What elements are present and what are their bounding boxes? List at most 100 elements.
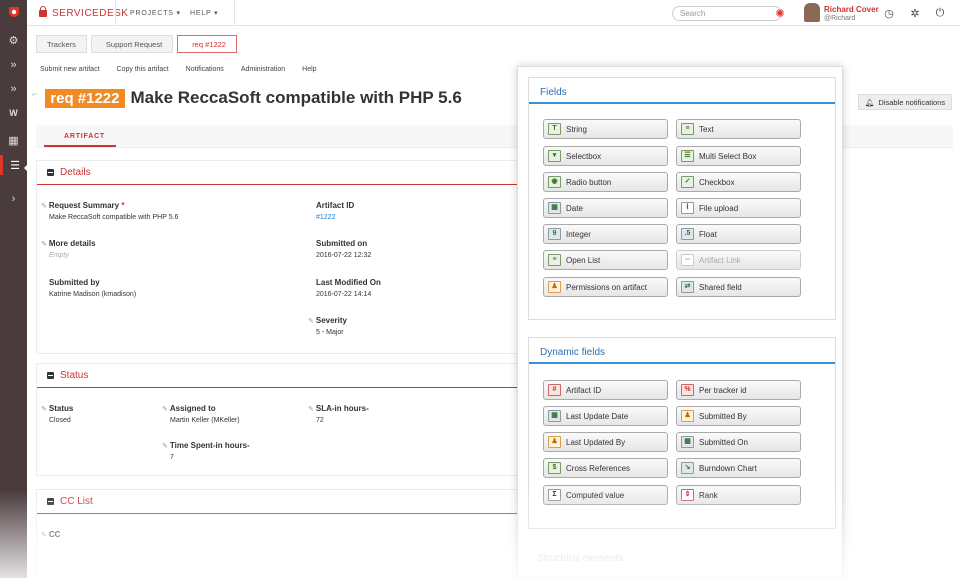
field-shared-label: Shared field [699,282,742,292]
field-date-button[interactable]: ▦ Date [543,198,668,218]
dynamic-rank-button[interactable]: ⇕ Rank [676,485,801,505]
submitted-on-value: 2016-07-22 12:32 [316,252,372,259]
lock-icon [39,6,47,17]
dynamic-fields-title: Dynamic fields [529,338,835,364]
user-name[interactable]: Richard Cover [824,5,879,14]
severity-field[interactable]: ✎ Severity 5 - Major [308,316,347,336]
status-field[interactable]: ✎ Status Closed [41,404,73,424]
field-radio-label: Radio button [566,177,612,187]
field-radio-button[interactable]: ◉ Radio button [543,172,668,192]
submitted-by-value: Katrine Madison (kmadison) [49,291,137,298]
pencil-icon: ✎ [308,406,314,413]
wiki-icon[interactable]: W [0,103,27,123]
clock-icon[interactable]: ◷ [882,6,896,20]
bell-icon: 🔔︎ [864,97,875,107]
details-section: Details ✎ Request Summary * Make ReccaSof… [36,160,518,354]
avatar[interactable] [804,3,820,22]
page-title: Make ReccaSoft compatible with PHP 5.6 [130,88,462,107]
field-permissions-label: Permissions on artifact [566,282,647,292]
dynamic-submitted-by-button[interactable]: ♟ Submitted By [676,406,801,426]
administration-link[interactable]: Administration [241,66,285,73]
field-integer-label: Integer [566,229,591,239]
copy-artifact-link[interactable]: Copy this artifact [117,66,169,73]
dynamic-last-updated-by-label: Last Updated By [566,437,626,447]
per-tracker-id-icon: % [681,384,694,396]
submitted-on-label: Submitted on [316,239,368,248]
sla-field[interactable]: ✎ SLA-in hours- 72 [308,404,369,424]
field-string-button[interactable]: T String [543,119,668,139]
cc-list-header[interactable]: CC List [37,490,517,514]
dynamic-per-tracker-id-button[interactable]: % Per tracker id [676,380,801,400]
search-input[interactable]: Search [672,6,782,21]
dynamic-submitted-on-label: Submitted On [699,437,748,447]
gear-icon[interactable]: ✲ [908,6,922,20]
dynamic-submitted-on-button[interactable]: ▦ Submitted On [676,432,801,452]
help-link[interactable]: Help [302,66,316,73]
dynamic-computed-value-button[interactable]: Σ Computed value [543,485,668,505]
field-open-list-button[interactable]: ≡ Open List [543,250,668,270]
status-value: Closed [49,417,71,424]
brand-logo-icon [8,7,19,17]
dynamic-artifact-id-button[interactable]: # Artifact ID [543,380,668,400]
field-artifact-link-button[interactable]: ∞ Artifact Link [676,250,801,270]
collapse-icon [47,372,54,379]
field-shared-button[interactable]: ⇄ Shared field [676,277,801,297]
field-integer-button[interactable]: 9 Integer [543,224,668,244]
dynamic-last-update-date-button[interactable]: ▦ Last Update Date [543,406,668,426]
notification-icon[interactable]: ✺ [773,6,787,20]
time-spent-field[interactable]: ✎ Time Spent-in hours- 7 [162,441,250,461]
field-selectbox-button[interactable]: ▾ Selectbox [543,146,668,166]
divider [115,0,116,26]
expand-icon[interactable]: » [0,55,27,75]
help-menu[interactable]: HELP ▾ [190,9,218,17]
collapse-icon[interactable]: » [0,79,27,99]
field-multiselect-button[interactable]: ☰ Multi Select Box [676,146,801,166]
last-modified-value: 2016-07-22 14:14 [316,291,372,298]
more-details-field[interactable]: ✎ More details Empty [41,239,96,259]
settings-icon[interactable]: ⚙ [0,30,27,50]
required-marker: * [121,201,125,210]
list-icon[interactable]: ☰ [0,155,27,175]
severity-value: 5 - Major [316,329,344,336]
shared-field-icon: ⇄ [681,281,694,293]
burndown-chart-icon: ↘ [681,462,694,474]
disable-notifications-button[interactable]: 🔔︎ Disable notifications [858,94,952,110]
logout-icon[interactable]: ⏻ [933,6,947,20]
field-float-button[interactable]: .5 Float [676,224,801,244]
checkbox-icon: ✓ [681,176,694,188]
breadcrumb-trackers[interactable]: Trackers [36,35,87,53]
field-permissions-button[interactable]: ♟ Permissions on artifact [543,277,668,297]
cc-field[interactable]: ✎ CC [41,530,60,539]
dynamic-last-updated-by-button[interactable]: ♟ Last Updated By [543,432,668,452]
tab-artifact[interactable]: ARTIFACT [64,133,105,140]
field-text-button[interactable]: ≡ Text [676,119,801,139]
last-updated-by-icon: ♟ [548,436,561,448]
request-summary-field[interactable]: ✎ Request Summary * Make ReccaSoft compat… [41,201,178,221]
text-icon: ≡ [681,123,694,135]
artifact-id-label: Artifact ID [316,201,355,210]
actions-bar: Submit new artifact Copy this artifact N… [40,66,334,73]
submit-new-artifact-link[interactable]: Submit new artifact [40,66,100,73]
field-checkbox-button[interactable]: ✓ Checkbox [676,172,801,192]
details-header[interactable]: Details [37,161,517,185]
date-icon: ▦ [548,202,561,214]
artifact-link-icon: ∞ [681,254,694,266]
details-title: Details [60,167,91,178]
grid-icon[interactable]: ▦ [0,130,27,150]
breadcrumb-support-request[interactable]: Support Request [90,35,174,53]
dynamic-burndown-chart-button[interactable]: ↘ Burndown Chart [676,458,801,478]
notifications-link[interactable]: Notifications [186,66,224,73]
breadcrumb-artifact[interactable]: req #1222 [177,35,237,53]
assigned-to-field[interactable]: ✎ Assigned to Martin Keller (MKeller) [162,404,240,424]
logo[interactable] [0,0,27,26]
top-bar: SERVICEDESK PROJECTS ▾ HELP ▾ Search ✺ R… [27,0,960,26]
field-string-label: String [566,124,587,134]
projects-menu[interactable]: PROJECTS ▾ [130,9,181,17]
time-spent-label: Time Spent-in hours- [169,441,250,450]
artifact-id-link[interactable]: #1222 [316,214,354,221]
status-header[interactable]: Status [37,364,517,388]
field-file-upload-button[interactable]: ⌇ File upload [676,198,801,218]
dynamic-cross-references-label: Cross References [566,463,631,473]
chevron-right-icon[interactable]: › [0,189,27,209]
dynamic-cross-references-button[interactable]: $ Cross References [543,458,668,478]
